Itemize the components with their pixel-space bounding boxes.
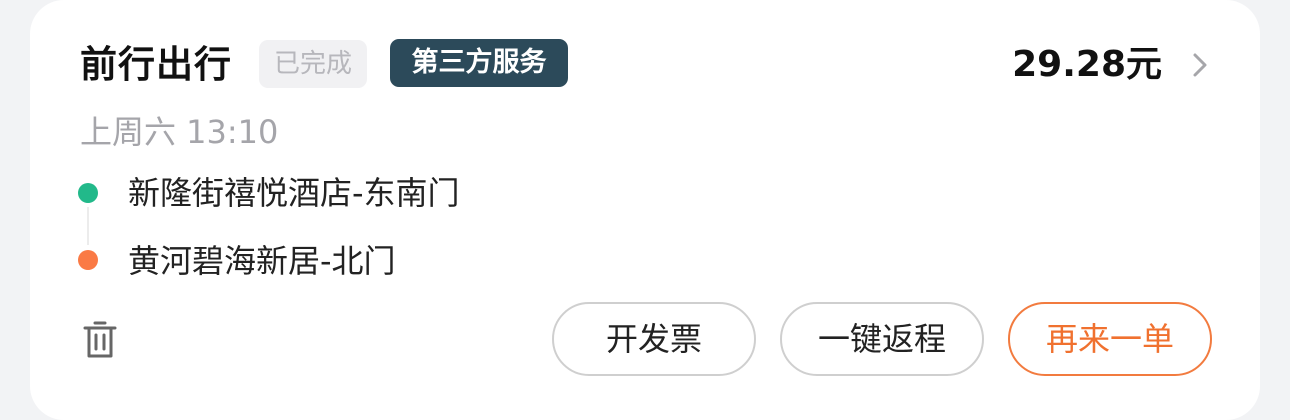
order-price[interactable]: 29.28元 <box>1012 40 1162 90</box>
order-time: 上周六 13:10 <box>80 113 279 151</box>
provider-badge: 第三方服务 <box>390 39 568 87</box>
end-point-dot <box>78 250 98 270</box>
return-trip-button[interactable]: 一键返程 <box>780 302 984 376</box>
start-address: 新隆街禧悦酒店-东南门 <box>128 174 460 212</box>
start-point-dot <box>78 183 98 203</box>
trash-icon[interactable] <box>82 320 118 360</box>
order-card[interactable]: 前行出行 已完成 第三方服务 29.28元 上周六 13:10 新隆街禧悦酒店-… <box>30 0 1260 420</box>
invoice-button[interactable]: 开发票 <box>552 302 756 376</box>
end-address: 黄河碧海新居-北门 <box>128 242 396 280</box>
chevron-right-icon[interactable] <box>1185 50 1215 80</box>
route-connector <box>87 207 89 245</box>
service-title: 前行出行 <box>80 43 232 86</box>
reorder-button[interactable]: 再来一单 <box>1008 302 1212 376</box>
status-badge: 已完成 <box>259 40 367 88</box>
